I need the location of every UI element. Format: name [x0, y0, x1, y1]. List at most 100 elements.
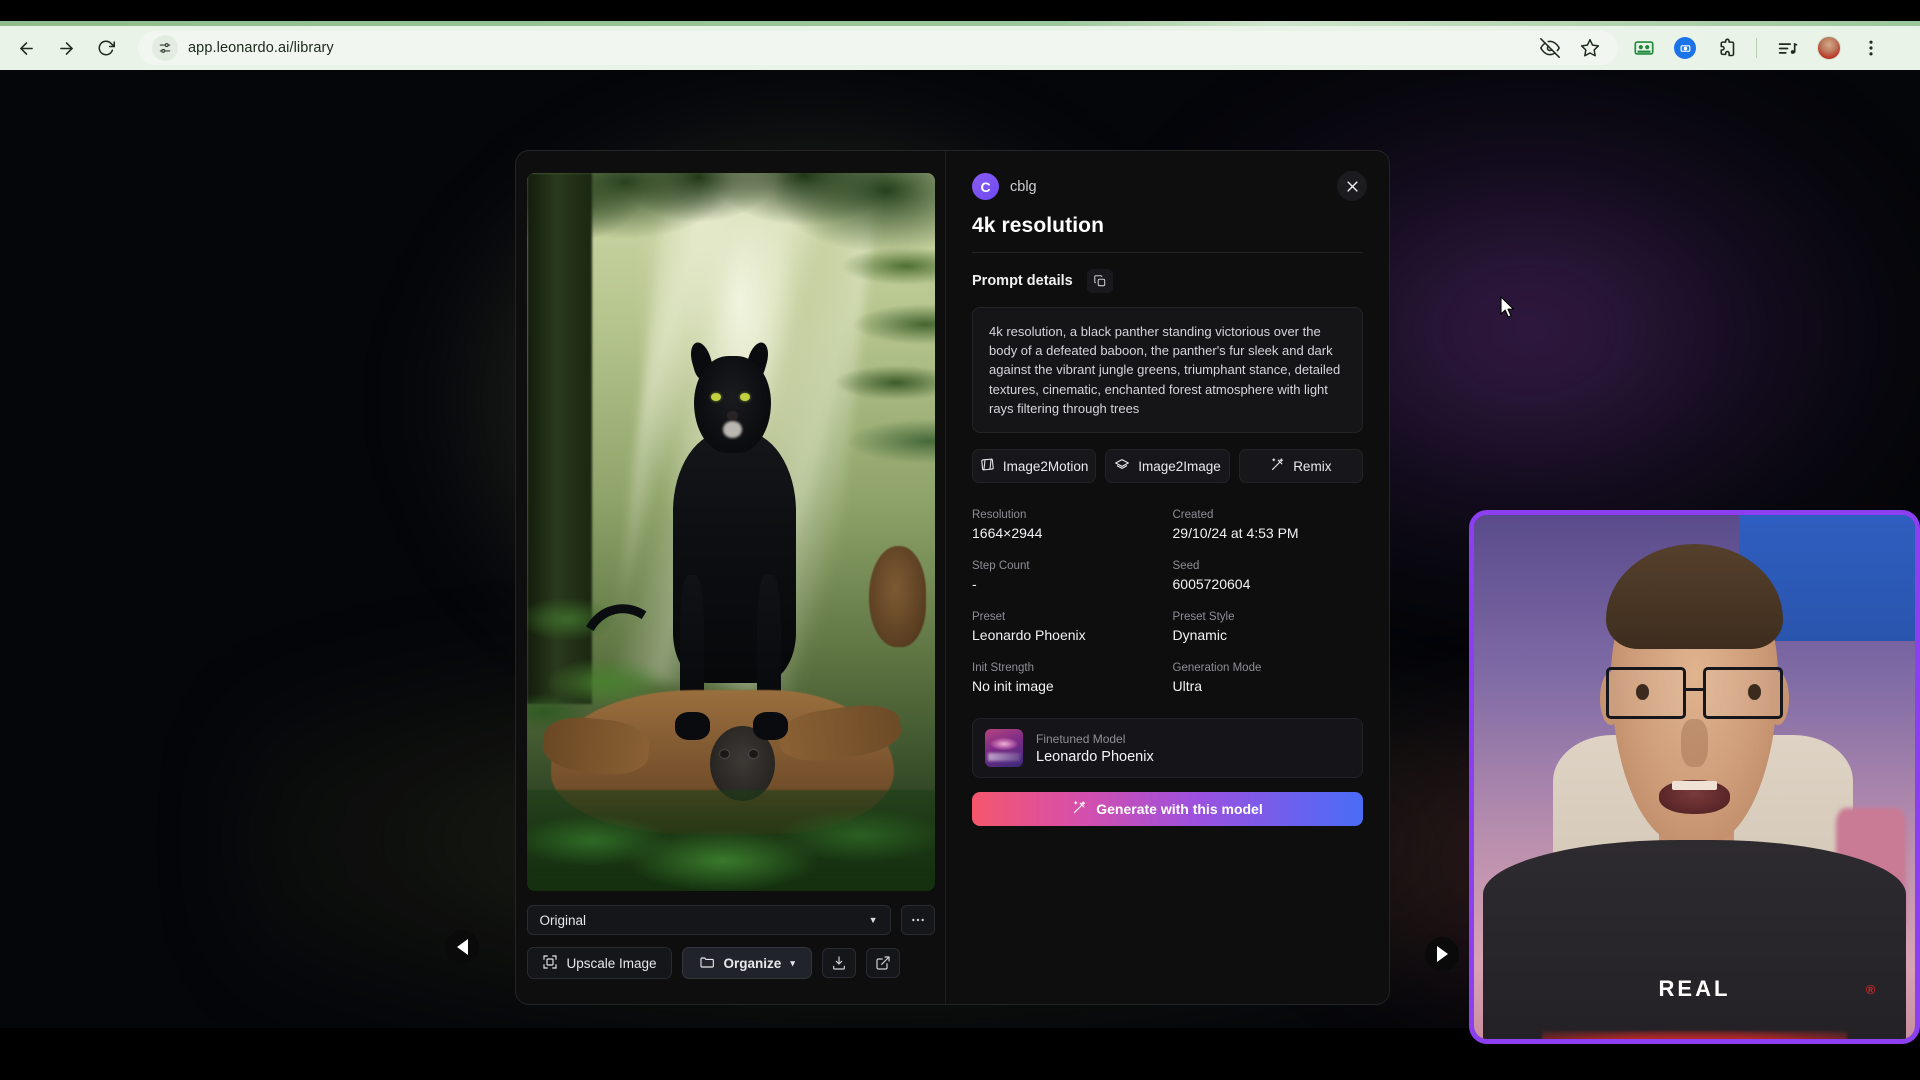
film-motion-icon [980, 457, 995, 475]
metadata-label: Created [1172, 509, 1214, 522]
chevron-right-icon [1436, 946, 1448, 962]
generated-image[interactable] [526, 173, 935, 891]
artwork-ground-foliage [526, 790, 935, 891]
metadata-label: Preset Style [1172, 611, 1235, 624]
metadata-label: Seed [1172, 560, 1200, 573]
metadata-value: Leonardo Phoenix [972, 627, 1086, 644]
upscale-image-button[interactable]: Upscale Image [526, 947, 672, 979]
metadata-value: Ultra [1172, 678, 1203, 695]
metadata-value: No init image [972, 678, 1054, 695]
metadata-value: 29/10/24 at 4:53 PM [1172, 525, 1299, 542]
close-icon[interactable] [1337, 171, 1367, 201]
owner-name: cblg [1010, 178, 1037, 195]
upscale-icon [542, 954, 558, 973]
prompt-text[interactable]: 4k resolution, a black panther standing … [972, 307, 1363, 434]
action-row: Upscale Image Organize ▾ [526, 947, 935, 979]
artwork-panther-muzzle [723, 421, 742, 438]
modal-details-pane: C cblg 4k resolution Prompt details 4k r… [946, 151, 1389, 1004]
modal-image-pane: Original ▼ Upscale Image Organize ▾ [516, 151, 946, 1004]
metadata-label: Resolution [972, 509, 1027, 522]
image2motion-button[interactable]: Image2Motion [972, 449, 1097, 484]
blue-circle-icon[interactable] [1674, 37, 1696, 59]
site-settings-icon[interactable] [152, 35, 178, 61]
navigation-buttons [0, 30, 124, 66]
organize-label: Organize [723, 955, 782, 971]
metadata-item-generation-mode: Generation Mode Ultra [1173, 662, 1364, 694]
artwork-panther-nose [727, 411, 738, 420]
presenter-nose [1681, 719, 1708, 767]
generate-with-model-label: Generate with this model [1096, 801, 1263, 818]
more-options-button[interactable] [900, 905, 935, 935]
generate-with-model-button[interactable]: Generate with this model [972, 792, 1363, 827]
artwork-baboon-eye [748, 750, 758, 759]
eye-slash-icon[interactable] [1538, 36, 1562, 60]
address-bar-url: app.leonardo.ai/library [188, 40, 334, 56]
wand-sparkle-icon [1072, 800, 1087, 818]
toolbar-extensions [1632, 36, 1897, 60]
metadata-item-step-count: Step Count - [972, 560, 1163, 592]
chevron-left-icon [456, 939, 468, 955]
glasses-lens [1606, 666, 1686, 720]
presenter-shirt [1482, 839, 1907, 1039]
avatar[interactable]: C [972, 173, 999, 200]
presenter-teeth [1672, 781, 1717, 790]
artwork-panther-paw [752, 711, 788, 741]
back-arrow-icon[interactable] [8, 30, 44, 66]
prompt-details-header: Prompt details [972, 269, 1363, 293]
variant-select-value: Original [539, 912, 587, 928]
metadata-item-preset: Preset Leonardo Phoenix [972, 611, 1163, 643]
mouse-cursor [1500, 296, 1517, 325]
remix-button[interactable]: Remix [1238, 449, 1363, 484]
finetuned-model-name: Leonardo Phoenix [1036, 748, 1154, 765]
metadata-item-resolution: Resolution 1664×2944 [972, 509, 1163, 541]
image-detail-modal: Original ▼ Upscale Image Organize ▾ C cb… [515, 150, 1390, 1005]
image-controls: Original ▼ Upscale Image Organize ▾ [526, 905, 935, 979]
artwork-panther-eye [710, 392, 722, 401]
chevron-down-icon: ▾ [790, 957, 795, 968]
metadata-label: Init Strength [972, 662, 1035, 675]
glasses-lens [1703, 666, 1783, 720]
metadata-value: - [972, 576, 977, 593]
glasses-bridge [1685, 687, 1704, 691]
shirt-text: REAL [1658, 976, 1731, 1002]
finetuned-model-card[interactable]: Finetuned Model Leonardo Phoenix [972, 718, 1363, 779]
variant-select[interactable]: Original ▼ [526, 905, 891, 935]
next-image-button[interactable] [1425, 937, 1459, 971]
download-button[interactable] [821, 948, 856, 978]
share-button[interactable] [865, 948, 900, 978]
upscale-image-label: Upscale Image [566, 955, 657, 971]
media-list-icon[interactable] [1775, 36, 1799, 60]
metadata-label: Preset [972, 611, 1006, 624]
layers-icon [1114, 457, 1130, 476]
forward-arrow-icon[interactable] [48, 30, 84, 66]
metadata-value: 6005720604 [1172, 576, 1251, 593]
green-card-icon[interactable] [1632, 36, 1656, 60]
metadata-label: Generation Mode [1172, 662, 1262, 675]
artwork-background-monkey [869, 546, 927, 647]
reload-icon[interactable] [88, 30, 124, 66]
variant-row: Original ▼ [526, 905, 935, 935]
image2motion-label: Image2Motion [1002, 458, 1089, 474]
chevron-down-icon: ▼ [868, 915, 878, 925]
organize-button[interactable]: Organize ▾ [681, 947, 812, 979]
remix-label: Remix [1293, 458, 1332, 474]
bookmark-star-icon[interactable] [1578, 36, 1602, 60]
page-title: 4k resolution [972, 214, 1104, 237]
metadata-grid: Resolution 1664×2944 Created 29/10/24 at… [972, 509, 1363, 694]
image2image-label: Image2Image [1138, 458, 1221, 474]
previous-image-button[interactable] [445, 930, 479, 964]
extensions-icon[interactable] [1714, 36, 1738, 60]
address-bar[interactable]: app.leonardo.ai/library [138, 31, 1618, 65]
presenter-glasses [1606, 666, 1783, 720]
copy-icon[interactable] [1086, 269, 1113, 293]
browser-tab-strip[interactable] [0, 0, 1920, 26]
metadata-value: Dynamic [1172, 627, 1227, 644]
leonardo-phoenix-thumbnail-icon [985, 729, 1023, 768]
toolbar-divider [1756, 38, 1757, 58]
metadata-value: 1664×2944 [972, 525, 1043, 542]
registered-mark: ® [1865, 982, 1876, 998]
three-dot-menu-icon[interactable] [1859, 36, 1883, 60]
folder-icon [699, 954, 715, 973]
image2image-button[interactable]: Image2Image [1105, 449, 1230, 484]
profile-avatar[interactable] [1817, 36, 1841, 60]
